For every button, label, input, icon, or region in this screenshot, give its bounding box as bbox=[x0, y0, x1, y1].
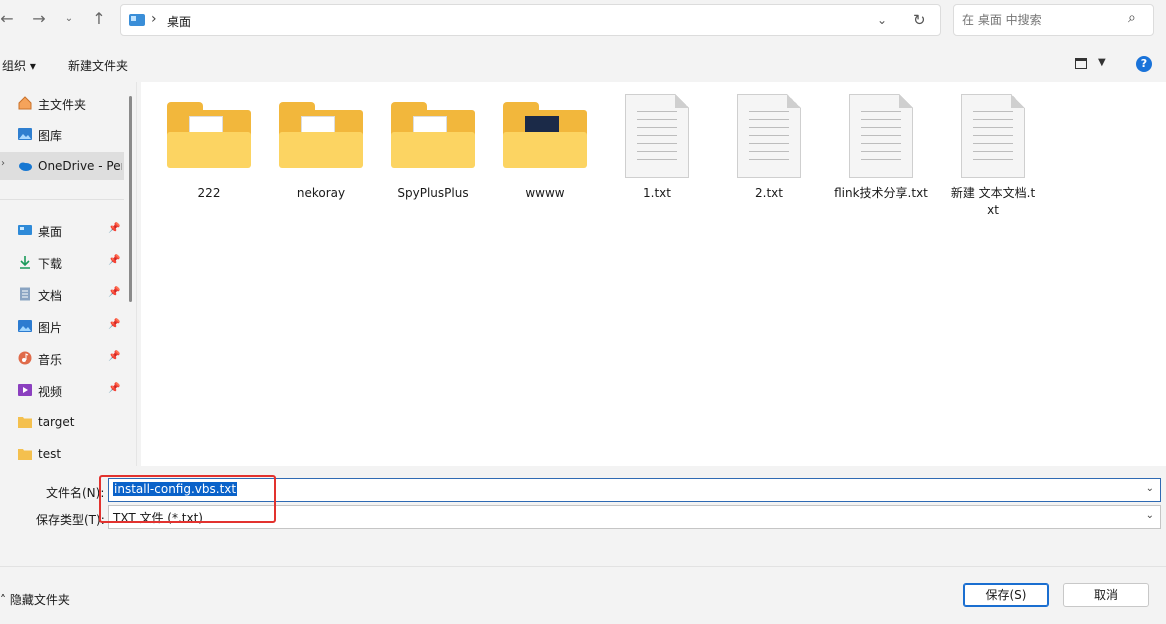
documents-icon bbox=[20, 287, 30, 301]
nav-item-label: test bbox=[38, 447, 62, 461]
nav-item-target[interactable]: target bbox=[0, 408, 124, 436]
text-document-icon bbox=[737, 94, 801, 178]
breadcrumb-desktop[interactable]: 桌面 bbox=[167, 13, 191, 30]
breadcrumb-chevron-icon[interactable]: › bbox=[151, 11, 157, 27]
nav-item-label: OneDrive - Personal bbox=[38, 159, 122, 173]
nav-item-label: 主文件夹 bbox=[38, 98, 87, 112]
download-icon bbox=[20, 256, 30, 269]
text-document-icon bbox=[961, 94, 1025, 178]
folder-icon bbox=[391, 102, 475, 168]
file-name: 222 bbox=[197, 186, 221, 200]
new-folder-button[interactable]: 新建文件夹 bbox=[68, 57, 128, 74]
pin-icon: 📌 bbox=[108, 223, 121, 234]
refresh-icon[interactable]: ↻ bbox=[913, 11, 926, 29]
address-toolbar: ← → ⌄ ↑ › 桌面 ⌄ ↻ ⌕ bbox=[0, 0, 1166, 44]
nav-item-test[interactable]: test bbox=[0, 440, 124, 468]
expand-chevron-icon[interactable]: › bbox=[1, 158, 5, 169]
back-arrow-icon[interactable]: ← bbox=[0, 8, 18, 30]
folder-icon bbox=[18, 417, 32, 428]
search-box[interactable]: ⌕ bbox=[953, 4, 1154, 36]
filetype-label: 保存类型(T): bbox=[36, 513, 105, 527]
up-arrow-icon[interactable]: ↑ bbox=[88, 8, 110, 30]
nav-item-onedrive[interactable]: › OneDrive - Personal bbox=[0, 152, 124, 180]
filename-dropdown-icon[interactable]: ⌄ bbox=[1146, 483, 1154, 494]
folder-icon bbox=[18, 449, 32, 460]
nav-scrollbar[interactable] bbox=[129, 96, 132, 302]
help-icon[interactable]: ? bbox=[1136, 56, 1152, 72]
pin-icon: 📌 bbox=[108, 287, 121, 298]
text-document-icon bbox=[625, 94, 689, 178]
music-icon bbox=[18, 351, 32, 365]
search-input[interactable] bbox=[962, 11, 1122, 29]
pin-icon: 📌 bbox=[108, 255, 121, 266]
filetype-dropdown-icon[interactable]: ⌄ bbox=[1146, 510, 1154, 521]
nav-divider bbox=[0, 199, 124, 200]
file-name: 1.txt bbox=[643, 186, 671, 200]
file-name: 2.txt bbox=[755, 186, 783, 200]
file-name: 新建 文本文档.txt bbox=[950, 186, 1036, 217]
file-name: flink技术分享.txt bbox=[834, 186, 928, 200]
pictures-icon bbox=[18, 320, 32, 332]
nav-item-home[interactable]: 主文件夹 bbox=[0, 89, 124, 117]
nav-item-downloads[interactable]: 下载 📌 bbox=[0, 248, 124, 276]
nav-item-gallery[interactable]: 图库 bbox=[0, 120, 124, 148]
onedrive-icon bbox=[19, 162, 32, 171]
videos-icon bbox=[18, 384, 32, 396]
file-name: wwww bbox=[525, 186, 565, 200]
pin-icon: 📌 bbox=[108, 319, 121, 330]
cancel-button[interactable]: 取消 bbox=[1063, 583, 1149, 607]
gallery-icon bbox=[18, 128, 32, 140]
command-bar: 组织 ▾ 新建文件夹 ▼ bbox=[0, 48, 1166, 82]
folder-icon bbox=[167, 102, 251, 168]
organize-menu-button[interactable]: 组织 ▾ bbox=[2, 57, 36, 74]
address-dropdown-icon[interactable]: ⌄ bbox=[877, 13, 887, 27]
nav-item-music[interactable]: 音乐 📌 bbox=[0, 344, 124, 372]
nav-item-videos[interactable]: 视频 📌 bbox=[0, 376, 124, 404]
home-icon bbox=[18, 96, 32, 110]
view-options-icon[interactable] bbox=[1075, 58, 1087, 69]
pin-icon: 📌 bbox=[108, 383, 121, 394]
file-list: 222 nekoray SpyPlusPlus wwww 1.txt 2.txt bbox=[141, 82, 1166, 466]
nav-item-desktop[interactable]: 桌面 📌 bbox=[0, 216, 124, 244]
search-icon[interactable]: ⌕ bbox=[1128, 10, 1136, 26]
file-name: SpyPlusPlus bbox=[397, 186, 469, 200]
address-bar[interactable]: › 桌面 ⌄ ↻ bbox=[120, 4, 941, 36]
folder-icon bbox=[503, 102, 587, 168]
nav-item-label: 图库 bbox=[38, 129, 63, 143]
text-document-icon bbox=[849, 94, 913, 178]
view-dropdown-icon[interactable]: ▼ bbox=[1098, 57, 1106, 68]
pin-icon: 📌 bbox=[108, 351, 121, 362]
nav-item-pictures[interactable]: 图片 📌 bbox=[0, 312, 124, 340]
file-name: nekoray bbox=[296, 186, 346, 200]
folder-icon bbox=[279, 102, 363, 168]
desktop-icon bbox=[18, 225, 32, 235]
highlight-annotation-box bbox=[99, 475, 276, 523]
nav-item-documents[interactable]: 文档 📌 bbox=[0, 280, 124, 308]
forward-arrow-icon[interactable]: → bbox=[28, 8, 50, 30]
desktop-location-icon bbox=[129, 14, 145, 26]
navigation-pane: 主文件夹 图库 › OneDrive - Personal 桌面 📌 下载 📌 … bbox=[0, 82, 137, 466]
collapse-chevron-icon: ˄ bbox=[0, 593, 10, 607]
hide-folders-label: 隐藏文件夹 bbox=[9, 593, 70, 607]
nav-item-label: target bbox=[38, 415, 75, 429]
footer-divider bbox=[0, 566, 1166, 567]
hide-folders-toggle[interactable]: ˄ 隐藏文件夹 bbox=[0, 591, 70, 608]
filename-label: 文件名(N): bbox=[46, 486, 105, 500]
recent-locations-chevron-icon[interactable]: ⌄ bbox=[58, 8, 80, 30]
save-button[interactable]: 保存(S) bbox=[963, 583, 1049, 607]
